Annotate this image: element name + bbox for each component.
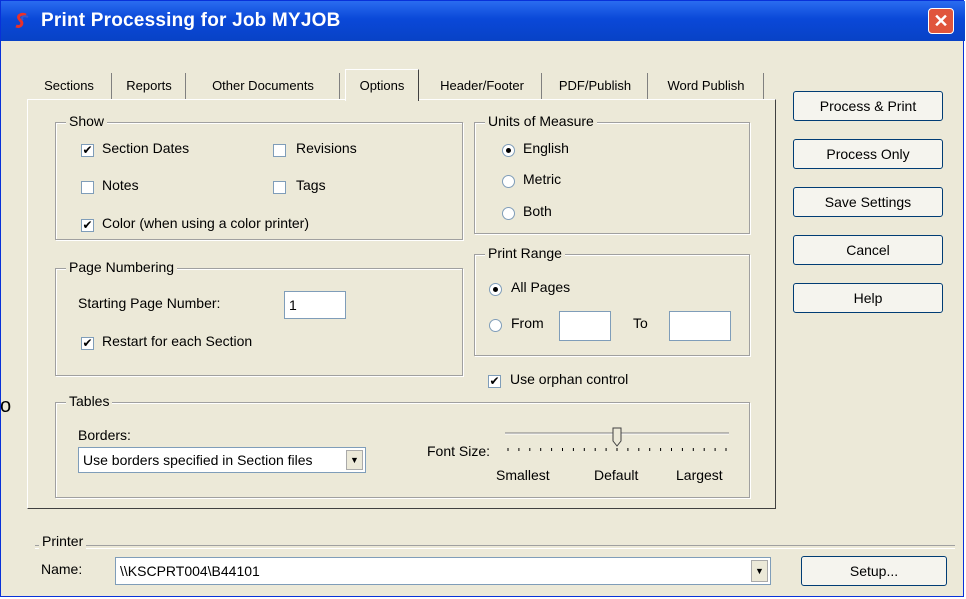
- to-page-input[interactable]: [669, 311, 731, 341]
- tables-group: Tables Borders: Use borders specified in…: [55, 393, 750, 498]
- tab-sections[interactable]: Sections: [27, 73, 112, 99]
- process-only-button[interactable]: Process Only: [793, 139, 943, 169]
- from-radio[interactable]: [489, 319, 502, 332]
- tags-checkbox[interactable]: [273, 181, 286, 194]
- notes-label: Notes: [102, 177, 139, 193]
- window-title: Print Processing for Job MYJOB: [41, 10, 341, 31]
- setup-button[interactable]: Setup...: [801, 556, 947, 586]
- all-pages-radio[interactable]: [489, 283, 502, 296]
- font-size-slider[interactable]: [502, 425, 732, 455]
- section-dates-checkbox[interactable]: ✔: [81, 144, 94, 157]
- orphan-control-label: Use orphan control: [510, 371, 629, 387]
- chevron-down-icon: ▼: [350, 455, 359, 465]
- page-numbering-title: Page Numbering: [66, 259, 178, 275]
- notes-checkbox[interactable]: [81, 181, 94, 194]
- close-button[interactable]: ✕: [928, 8, 954, 34]
- process-print-button[interactable]: Process & Print: [793, 91, 943, 121]
- show-group: Show ✔ Section Dates Revisions Notes Tag…: [55, 113, 463, 240]
- edge-fragment: o: [0, 395, 12, 417]
- slider-ticks: [507, 448, 727, 451]
- tab-pdf-publish[interactable]: PDF/Publish: [543, 73, 648, 99]
- title-bar[interactable]: Print Processing for Job MYJOB ✕: [1, 1, 965, 41]
- printer-name-label: Name:: [41, 561, 83, 577]
- tab-header-footer[interactable]: Header/Footer: [423, 73, 542, 99]
- borders-select[interactable]: Use borders specified in Section files: [78, 447, 366, 473]
- tab-other-documents[interactable]: Other Documents: [187, 73, 340, 99]
- dialog-window: Print Processing for Job MYJOB ✕ Section…: [0, 0, 965, 597]
- units-both-radio[interactable]: [502, 207, 515, 220]
- tab-word-publish[interactable]: Word Publish: [649, 73, 764, 99]
- printer-name-value: \\KSCPRT004\B44101: [120, 563, 260, 579]
- options-tab-panel: Show ✔ Section Dates Revisions Notes Tag…: [27, 99, 776, 509]
- cancel-button[interactable]: Cancel: [793, 235, 943, 265]
- to-label: To: [633, 315, 648, 331]
- slider-label-largest: Largest: [676, 467, 723, 483]
- revisions-label: Revisions: [296, 140, 357, 156]
- tags-label: Tags: [296, 177, 326, 193]
- all-pages-label: All Pages: [511, 279, 571, 295]
- color-checkbox[interactable]: ✔: [81, 219, 94, 232]
- borders-dropdown-button[interactable]: ▼: [346, 450, 363, 470]
- printer-dropdown-button[interactable]: ▼: [751, 560, 768, 582]
- revisions-checkbox[interactable]: [273, 144, 286, 157]
- app-s-icon: [15, 12, 29, 28]
- show-group-title: Show: [66, 113, 108, 129]
- printer-section-title: Printer: [39, 533, 87, 549]
- units-english-radio[interactable]: [502, 144, 515, 157]
- orphan-control-checkbox[interactable]: ✔: [488, 375, 501, 388]
- units-metric-label: Metric: [523, 171, 562, 187]
- color-label: Color (when using a color printer): [102, 215, 309, 231]
- borders-label: Borders:: [78, 427, 131, 443]
- from-label: From: [511, 315, 544, 331]
- tables-group-title: Tables: [66, 393, 113, 409]
- restart-section-label: Restart for each Section: [102, 333, 253, 349]
- printer-name-select[interactable]: \\KSCPRT004\B44101: [115, 557, 771, 585]
- section-dates-label: Section Dates: [102, 140, 190, 156]
- starting-page-label: Starting Page Number:: [78, 295, 221, 311]
- units-both-label: Both: [523, 203, 552, 219]
- tab-reports[interactable]: Reports: [113, 73, 186, 99]
- tab-options[interactable]: Options: [345, 69, 419, 101]
- slider-label-smallest: Smallest: [496, 467, 550, 483]
- units-metric-radio[interactable]: [502, 175, 515, 188]
- close-icon: ✕: [933, 10, 949, 31]
- printer-divider: [35, 545, 955, 549]
- units-group: Units of Measure English Metric Both: [474, 113, 750, 234]
- borders-select-value: Use borders specified in Section files: [83, 452, 313, 468]
- print-range-title: Print Range: [485, 245, 565, 261]
- units-english-label: English: [523, 140, 569, 156]
- print-range-group: Print Range All Pages From To: [474, 245, 750, 356]
- starting-page-input[interactable]: 1: [284, 291, 346, 319]
- slider-thumb[interactable]: [612, 427, 622, 447]
- save-settings-button[interactable]: Save Settings: [793, 187, 943, 217]
- help-button[interactable]: Help: [793, 283, 943, 313]
- font-size-label: Font Size:: [427, 443, 491, 459]
- from-page-input[interactable]: [559, 311, 611, 341]
- chevron-down-icon: ▼: [755, 566, 764, 576]
- units-group-title: Units of Measure: [485, 113, 597, 129]
- restart-section-checkbox[interactable]: ✔: [81, 337, 94, 350]
- slider-label-default: Default: [594, 467, 639, 483]
- page-numbering-group: Page Numbering Starting Page Number: 1 ✔…: [55, 259, 463, 376]
